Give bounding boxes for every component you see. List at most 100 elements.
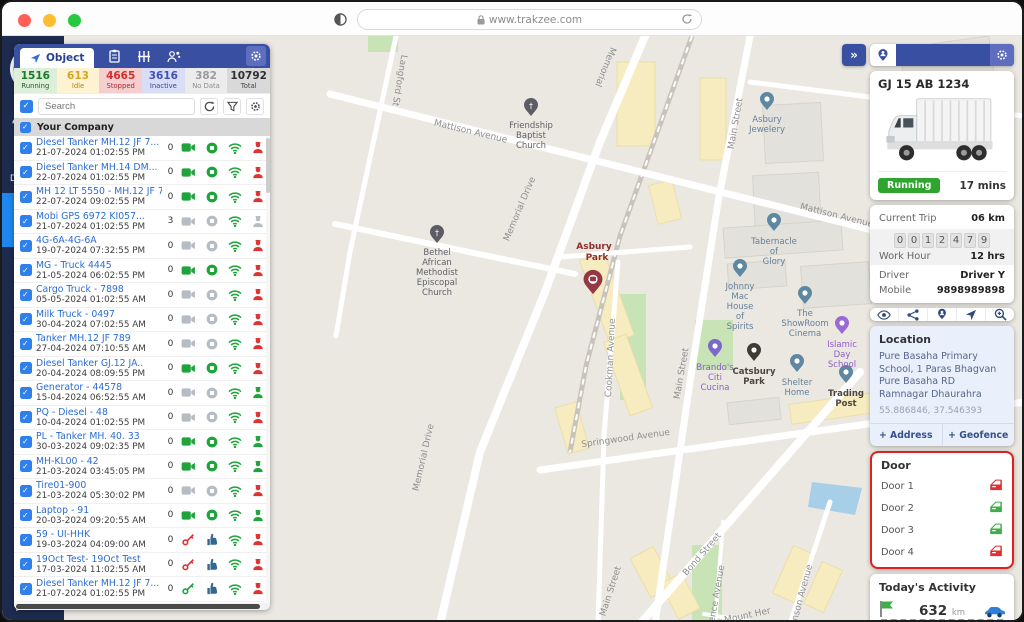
vehicle-name[interactable]: Cargo Truck - 7898 [36, 284, 162, 295]
address-bar[interactable]: www.trakzee.com [357, 9, 702, 30]
row-checkbox[interactable] [20, 411, 32, 423]
search-input[interactable] [38, 98, 195, 115]
vehicle-row[interactable]: MG - Truck 4445 21-05-2024 06:02:55 PM 0 [14, 259, 270, 284]
expand-panel-button[interactable]: » [842, 44, 866, 66]
status-count-cell[interactable]: 382 No Data [185, 68, 228, 93]
row-checkbox[interactable] [20, 362, 32, 374]
row-checkbox[interactable] [20, 509, 32, 521]
status-count-cell[interactable]: 4665 Stopped [99, 68, 142, 93]
vehicle-row[interactable]: Laptop - 91 20-03-2024 09:20:55 AM 0 [14, 504, 270, 529]
vehicle-row[interactable]: 19Oct Test- 19Oct Test 17-03-2024 11:02:… [14, 553, 270, 578]
vehicle-name[interactable]: MG - Truck 4445 [36, 260, 162, 271]
vehicle-row[interactable]: Tire01-900 21-03-2024 05:30:02 PM 0 [14, 479, 270, 504]
reload-icon[interactable] [681, 13, 693, 25]
row-checkbox[interactable] [20, 460, 32, 472]
row-checkbox[interactable] [20, 338, 32, 350]
vehicle-row[interactable]: MH-KL00 - 42 21-03-2024 03:45:05 PM 0 [14, 455, 270, 480]
vehicle-row[interactable]: PQ - Diesel - 48 10-04-2024 01:02:55 PM … [14, 406, 270, 431]
object-settings-button[interactable] [246, 46, 266, 66]
vehicle-row[interactable]: Diesel Tanker MH.12 JF 7... 21-07-2024 0… [14, 136, 270, 161]
tab-vehicle-detail[interactable] [870, 44, 896, 66]
zoom-to-vehicle-button[interactable] [986, 308, 1014, 321]
row-checkbox[interactable] [20, 215, 32, 227]
row-checkbox[interactable] [20, 191, 32, 203]
row-checkbox[interactable] [20, 166, 32, 178]
location-address: Pure Basaha Primary School, 1 Paras Bhag… [879, 351, 1005, 401]
eye-button[interactable] [870, 308, 899, 321]
camera-status-icon [179, 533, 198, 546]
company-group-row[interactable]: Your Company [14, 118, 270, 136]
vehicle-name[interactable]: Milk Truck - 0497 [36, 309, 162, 320]
vehicle-row[interactable]: Generator - 44578 15-04-2024 06:52:55 AM… [14, 381, 270, 406]
vehicle-name[interactable]: 59 - UI-HHK [36, 529, 162, 540]
vehicle-name[interactable]: Generator - 44578 [36, 382, 162, 393]
navigate-button[interactable] [957, 308, 986, 321]
vehicle-row[interactable]: Cargo Truck - 7898 05-05-2024 01:02:55 A… [14, 283, 270, 308]
row-checkbox[interactable] [20, 558, 32, 570]
refresh-button[interactable] [200, 98, 218, 115]
vehicle-name[interactable]: Tanker MH.12 JF 789 [36, 333, 162, 344]
status-count-cell[interactable]: 613 Idle [57, 68, 100, 93]
close-window-button[interactable] [18, 14, 31, 27]
distance-value: 632 [919, 603, 947, 619]
geofence-tab-icon[interactable] [137, 50, 151, 63]
row-checkbox[interactable] [20, 289, 32, 301]
vehicle-name[interactable]: Laptop - 91 [36, 505, 162, 516]
vehicle-row[interactable]: Diesel Tanker MH.12 JF 7... 21-07-2024 0… [14, 577, 270, 602]
add-geofence-button[interactable]: + Geofence [943, 424, 1015, 446]
row-checkbox[interactable] [20, 387, 32, 399]
row-checkbox[interactable] [20, 240, 32, 252]
signal-status-icon [226, 313, 245, 325]
vertical-scrollbar[interactable] [266, 136, 270, 603]
row-checkbox[interactable] [20, 142, 32, 154]
status-count-cell[interactable]: 10792 Total [227, 68, 270, 93]
row-checkbox[interactable] [20, 485, 32, 497]
group-checkbox[interactable] [20, 122, 31, 133]
vehicle-name[interactable]: Mobi GPS 6972 KI057... [36, 211, 162, 222]
list-settings-button[interactable] [246, 98, 264, 115]
vehicle-row[interactable]: MH 12 LT 5550 - MH.12 JF 7... 22-07-2024… [14, 185, 270, 210]
door-state-icon [988, 544, 1003, 560]
driver-tab-icon[interactable] [167, 50, 181, 63]
row-checkbox[interactable] [20, 534, 32, 546]
signal-status-icon [226, 240, 245, 252]
share-button[interactable] [899, 308, 928, 321]
vehicle-row[interactable]: 59 - UI-HHK 19-03-2024 04:09:00 AM 0 [14, 528, 270, 553]
vehicle-name[interactable]: 19Oct Test- 19Oct Test [36, 554, 162, 565]
status-count-cell[interactable]: 1516 Running [14, 68, 57, 93]
vehicle-row[interactable]: Tanker MH.12 JF 789 27-04-2024 07:10:55 … [14, 332, 270, 357]
vehicle-name[interactable]: Diesel Tanker MH.14 DM... [36, 162, 162, 173]
vehicle-name[interactable]: Tire01-900 [36, 480, 162, 491]
vehicle-row[interactable]: Milk Truck - 0497 30-04-2024 07:02:55 AM… [14, 308, 270, 333]
row-checkbox[interactable] [20, 583, 32, 595]
vehicle-name[interactable]: MH-KL00 - 42 [36, 456, 162, 467]
maximize-window-button[interactable] [68, 14, 81, 27]
vehicle-name[interactable]: PL - Tanker MH. 40. 33 [36, 431, 162, 442]
add-address-button[interactable]: + Address [870, 424, 943, 446]
row-checkbox[interactable] [20, 436, 32, 448]
vehicle-name[interactable]: Diesel Tanker MH.12 JF 7... [36, 137, 162, 148]
tab-object[interactable]: Object [20, 48, 94, 68]
filter-button[interactable] [223, 98, 241, 115]
vehicle-row[interactable]: 4G-6A-4G-6A 19-07-2024 07:32:55 PM 0 [14, 234, 270, 259]
vehicle-name[interactable]: Diesel Tanker MH.12 JF 7... [36, 578, 162, 589]
driver-assign-button[interactable] [928, 308, 957, 321]
alert-count: 0 [166, 241, 176, 251]
trailer-tab-icon[interactable] [108, 49, 121, 63]
vehicle-name[interactable]: PQ - Diesel - 48 [36, 407, 162, 418]
select-all-checkbox[interactable] [20, 100, 33, 113]
horizontal-scrollbar[interactable] [14, 603, 270, 610]
status-count-cell[interactable]: 3616 Inactive [142, 68, 185, 93]
row-checkbox[interactable] [20, 313, 32, 325]
vehicle-row[interactable]: PL - Tanker MH. 40. 33 30-03-2024 09:02:… [14, 430, 270, 455]
search-row [14, 94, 270, 118]
vehicle-row[interactable]: Diesel Tanker MH.14 DM... 22-07-2024 01:… [14, 161, 270, 186]
row-checkbox[interactable] [20, 264, 32, 276]
vehicle-row[interactable]: Mobi GPS 6972 KI057... 21-07-2024 01:02:… [14, 210, 270, 235]
minimize-window-button[interactable] [43, 14, 56, 27]
vehicle-name[interactable]: MH 12 LT 5550 - MH.12 JF 7... [36, 186, 162, 197]
vehicle-row[interactable]: Diesel Tanker GJ.12 JA.. 20-04-2024 08:0… [14, 357, 270, 382]
detail-settings-button[interactable] [990, 44, 1014, 66]
vehicle-name[interactable]: Diesel Tanker GJ.12 JA.. [36, 358, 162, 369]
vehicle-name[interactable]: 4G-6A-4G-6A [36, 235, 162, 246]
